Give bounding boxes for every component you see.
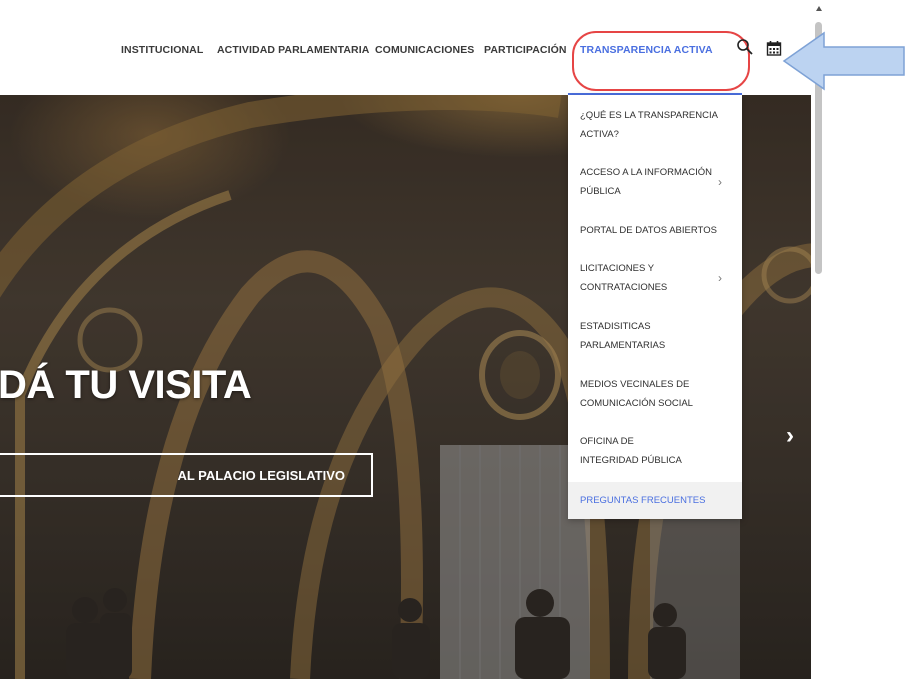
visit-palace-button[interactable]: AL PALACIO LEGISLATIVO bbox=[0, 453, 373, 497]
annotation-arrow-icon bbox=[782, 31, 905, 91]
carousel-next-icon[interactable]: › bbox=[786, 422, 794, 450]
hero-headline: DÁ TU VISITA bbox=[0, 363, 252, 407]
nav-item-institucional[interactable]: INSTITUCIONAL bbox=[121, 44, 203, 56]
search-icon[interactable] bbox=[736, 38, 754, 56]
scroll-up-arrow-icon[interactable] bbox=[816, 6, 822, 11]
chevron-right-icon: › bbox=[718, 271, 722, 285]
chevron-right-icon: › bbox=[718, 175, 722, 189]
dropdown-item-preguntas-frecuentes[interactable]: PREGUNTAS FRECUENTES bbox=[568, 482, 742, 519]
dropdown-item-acceso-informacion[interactable]: ACCESO A LA INFORMACIÓN PÚBLICA › bbox=[568, 163, 742, 203]
nav-item-participacion[interactable]: PARTICIPACIÓN bbox=[484, 44, 567, 56]
dropdown-item-que-es[interactable]: ¿QUÉ ES LA TRANSPARENCIA ACTIVA? bbox=[568, 106, 742, 146]
nav-item-actividad-parlamentaria[interactable]: ACTIVIDAD PARLAMENTARIA bbox=[217, 44, 369, 56]
dropdown-item-datos-abiertos[interactable]: PORTAL DE DATOS ABIERTOS bbox=[568, 221, 742, 241]
visit-palace-button-label: AL PALACIO LEGISLATIVO bbox=[177, 467, 345, 483]
transparencia-dropdown-menu: ¿QUÉ ES LA TRANSPARENCIA ACTIVA? ACCESO A… bbox=[568, 95, 742, 519]
highlight-oval bbox=[572, 31, 750, 91]
dropdown-item-licitaciones[interactable]: LICITACIONES Y CONTRATACIONES › bbox=[568, 259, 742, 299]
dropdown-item-medios-vecinales[interactable]: MEDIOS VECINALES DE COMUNICACIÓN SOCIAL bbox=[568, 375, 742, 415]
nav-item-comunicaciones[interactable]: COMUNICACIONES bbox=[375, 44, 474, 56]
dropdown-item-estadisticas[interactable]: ESTADISITICAS PARLAMENTARIAS bbox=[568, 317, 742, 357]
dropdown-item-integridad-publica[interactable]: OFICINA DE INTEGRIDAD PÚBLICA bbox=[568, 432, 742, 472]
top-navigation-bar: INSTITUCIONAL ACTIVIDAD PARLAMENTARIA CO… bbox=[0, 0, 818, 95]
